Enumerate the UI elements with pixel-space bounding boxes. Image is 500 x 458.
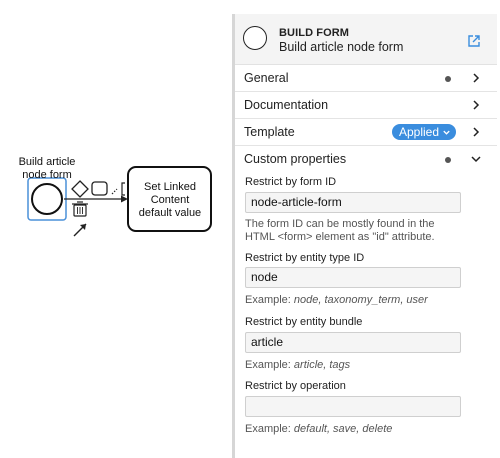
operation-label: Restrict by operation xyxy=(245,380,346,392)
start-event[interactable] xyxy=(31,183,63,215)
bundle-hint: Example: article, tags xyxy=(245,359,467,372)
hint-prefix: Example: xyxy=(245,423,294,435)
append-annotation-icon[interactable] xyxy=(111,188,118,195)
entity-type-label: Restrict by entity type ID xyxy=(245,252,365,264)
operation-hint: Example: default, save, delete xyxy=(245,423,467,436)
group-custom-title: Custom properties xyxy=(244,152,347,166)
group-template-title: Template xyxy=(244,125,295,139)
hint-example: node, taxonomy_term, user xyxy=(293,294,428,306)
chevron-down-icon xyxy=(443,130,450,135)
group-custom-properties[interactable]: Custom properties xyxy=(235,146,497,172)
bundle-input[interactable]: article xyxy=(245,332,461,353)
annotation-bracket-icon xyxy=(121,182,125,196)
data-marker-dot xyxy=(445,76,451,82)
group-documentation-title: Documentation xyxy=(244,98,329,112)
chevron-right-icon xyxy=(473,127,480,137)
start-event-label: Build article node form xyxy=(18,156,76,181)
sequence-flow-arrowhead xyxy=(121,195,128,203)
group-general-title: General xyxy=(244,71,289,85)
task-label: Set Linked Content default value xyxy=(138,181,202,219)
hint-example: default, save, delete xyxy=(293,423,393,435)
element-name: Build article node form xyxy=(279,40,404,54)
entity-type-hint: Example: node, taxonomy_term, user xyxy=(245,294,467,307)
operation-input[interactable] xyxy=(245,396,461,417)
diagram-svg xyxy=(27,166,212,237)
group-documentation[interactable]: Documentation xyxy=(235,92,497,119)
form-id-input[interactable]: node-article-form xyxy=(245,192,461,213)
hint-example: article, tags xyxy=(293,359,351,371)
delete-icon[interactable] xyxy=(72,201,88,217)
chevron-right-icon xyxy=(473,73,480,83)
properties-panel: BUILD FORM Build article node form Gener… xyxy=(232,14,497,458)
connect-arrow-icon[interactable] xyxy=(73,223,87,237)
hint-prefix: Example: xyxy=(245,294,294,306)
group-general[interactable]: General xyxy=(235,65,497,92)
chevron-right-icon xyxy=(473,100,480,110)
template-applied-badge[interactable]: Applied xyxy=(392,124,457,140)
external-link-icon[interactable] xyxy=(467,34,481,48)
bundle-label: Restrict by entity bundle xyxy=(245,316,363,328)
data-marker-dot xyxy=(445,157,451,163)
entity-type-input[interactable]: node xyxy=(245,267,461,288)
chevron-down-icon xyxy=(471,156,481,163)
append-gateway-icon[interactable] xyxy=(71,180,89,198)
panel-header: BUILD FORM Build article node form xyxy=(235,14,497,65)
hint-prefix: Example: xyxy=(245,359,294,371)
template-applied-label: Applied xyxy=(399,125,440,139)
form-id-hint: The form ID can be mostly found in the H… xyxy=(245,218,435,243)
start-event-icon xyxy=(243,26,267,50)
group-template[interactable]: Template Applied xyxy=(235,119,497,146)
append-task-icon[interactable] xyxy=(91,181,108,196)
form-id-label: Restrict by form ID xyxy=(245,176,337,188)
diagram-canvas[interactable]: Build article node form Set Linked Conte… xyxy=(0,0,232,458)
element-type: BUILD FORM xyxy=(279,27,350,39)
